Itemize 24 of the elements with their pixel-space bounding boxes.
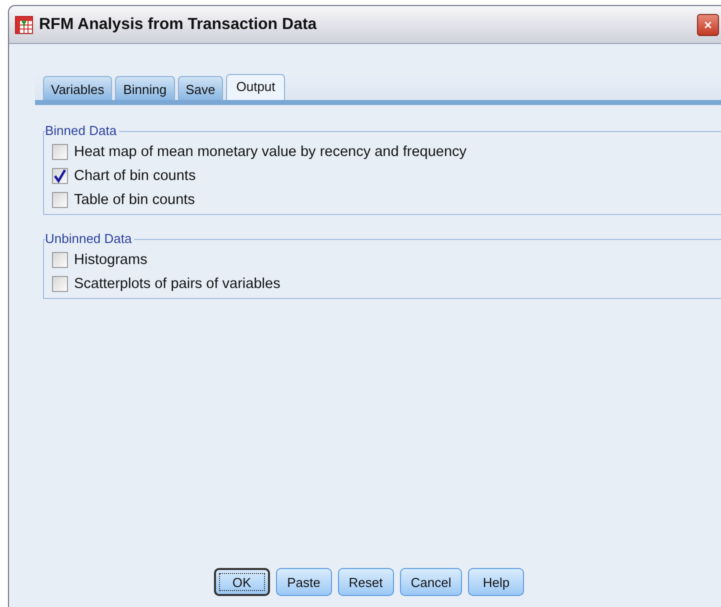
checkbox-label[interactable]: Histograms bbox=[74, 252, 148, 268]
tab[interactable]: Variables bbox=[43, 76, 112, 100]
checkbox-label[interactable]: Scatterplots of pairs of variables bbox=[74, 276, 280, 292]
checkbox-label[interactable]: Table of bin counts bbox=[74, 192, 195, 208]
dialog-button[interactable]: Paste bbox=[276, 568, 332, 596]
dialog-button[interactable]: OK bbox=[214, 568, 270, 596]
tab[interactable]: Save bbox=[178, 76, 224, 100]
tab[interactable]: Binning bbox=[115, 76, 175, 100]
grid-icon bbox=[15, 16, 33, 34]
group-title: Binned Data bbox=[45, 123, 119, 138]
checkbox-label[interactable]: Heat map of mean monetary value by recency and frequency bbox=[74, 144, 467, 160]
checkbox-label[interactable]: Chart of bin counts bbox=[74, 168, 196, 184]
tab[interactable]: Output bbox=[226, 74, 286, 100]
checkbox[interactable] bbox=[52, 276, 68, 292]
checkbox[interactable] bbox=[52, 192, 68, 208]
window-title: RFM Analysis from Transaction Data bbox=[39, 16, 318, 34]
close-button[interactable] bbox=[697, 14, 719, 36]
group-title: Unbinned Data bbox=[45, 231, 134, 246]
dialog-button[interactable]: Cancel bbox=[400, 568, 462, 596]
dialog-button[interactable]: Help bbox=[468, 568, 524, 596]
dialog-button[interactable]: Reset bbox=[338, 568, 394, 596]
checkbox[interactable] bbox=[52, 144, 68, 160]
checkbox[interactable] bbox=[52, 168, 68, 184]
checkbox[interactable] bbox=[52, 252, 68, 268]
